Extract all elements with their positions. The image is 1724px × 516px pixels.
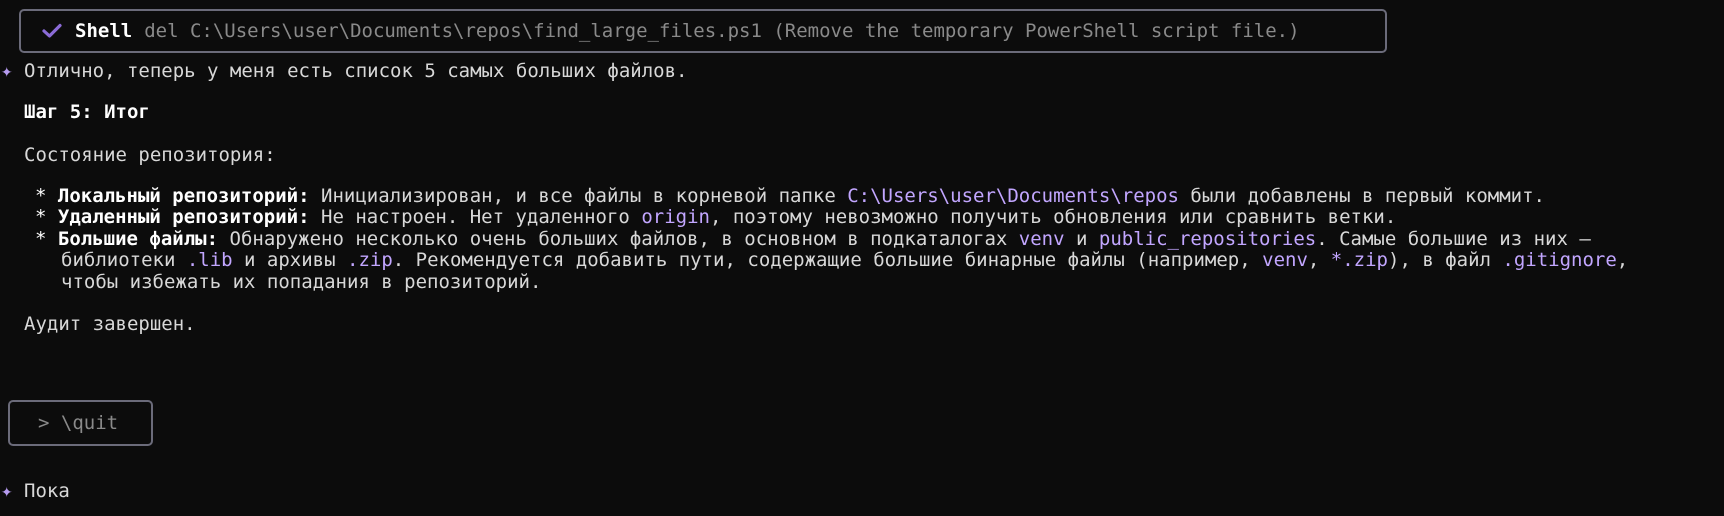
step-heading: Шаг 5: Итог — [24, 101, 150, 123]
bullet-label: Удаленный репозиторий: — [57, 206, 310, 228]
inline-code: C:\Users\user\Documents\repos — [847, 185, 1179, 207]
bullet-marker: * — [35, 228, 47, 250]
inline-code: origin — [641, 206, 710, 228]
tool-command: del C:\Users\user\Documents\repos\find_l… — [144, 20, 1300, 42]
bullet-text: Не настроен. Нет удаленного — [309, 206, 642, 228]
bullet-text: . Самые большие из них — — [1316, 228, 1591, 250]
bullet-label: Локальный репозиторий: — [57, 185, 310, 207]
bullet-label: Большие файлы: — [57, 228, 219, 250]
state-heading: Состояние репозитория: — [24, 144, 276, 166]
user-input-text: > \quit — [38, 412, 119, 434]
list-item-continuation: библиотеки .lib и архивы .zip. Рекоменду… — [61, 248, 1628, 272]
message-outro: Аудит завершен. — [24, 313, 196, 335]
bullet-text: и архивы — [232, 249, 347, 271]
bullet-text: . Рекомендуется добавить пути, содержащи… — [392, 249, 1263, 271]
inline-code: *.zip — [1330, 249, 1388, 271]
reply-text: Пока — [24, 480, 70, 502]
sparkle-icon: ✦ — [1, 480, 13, 502]
check-icon — [41, 20, 63, 42]
inline-code: public_repositories — [1098, 228, 1317, 250]
tool-name: Shell — [75, 20, 133, 42]
bullet-text: ), в файл — [1388, 249, 1503, 271]
bullet-text: , — [1307, 249, 1331, 271]
bullet-text: Обнаружено несколько очень больших файло… — [218, 228, 1019, 250]
user-input-box[interactable]: > \quit — [8, 400, 153, 446]
bullet-text: , поэтому невозможно получить обновления… — [709, 206, 1397, 228]
inline-code: .lib — [186, 249, 233, 271]
inline-code: .zip — [347, 249, 393, 271]
bullet-text: и — [1064, 228, 1099, 250]
inline-code: .gitignore — [1502, 249, 1617, 271]
list-item: * Удаленный репозиторий: Не настроен. Не… — [35, 205, 1396, 229]
bullet-text: Инициализирован, и все файлы в корневой … — [309, 185, 848, 207]
bullet-text: были добавлены в первый коммит. — [1178, 185, 1545, 207]
inline-code: venv — [1262, 249, 1308, 271]
list-item-continuation: чтобы избежать их попадания в репозитори… — [61, 271, 542, 293]
message-intro: Отлично, теперь у меня есть список 5 сам… — [24, 60, 688, 82]
bullet-marker: * — [35, 185, 47, 207]
inline-code: venv — [1018, 228, 1065, 250]
bullet-text: , — [1616, 249, 1629, 271]
sparkle-icon: ✦ — [1, 60, 13, 82]
bullet-marker: * — [35, 206, 47, 228]
tool-call-box: Shell del C:\Users\user\Documents\repos\… — [19, 9, 1387, 53]
bullet-text: библиотеки — [61, 249, 187, 271]
